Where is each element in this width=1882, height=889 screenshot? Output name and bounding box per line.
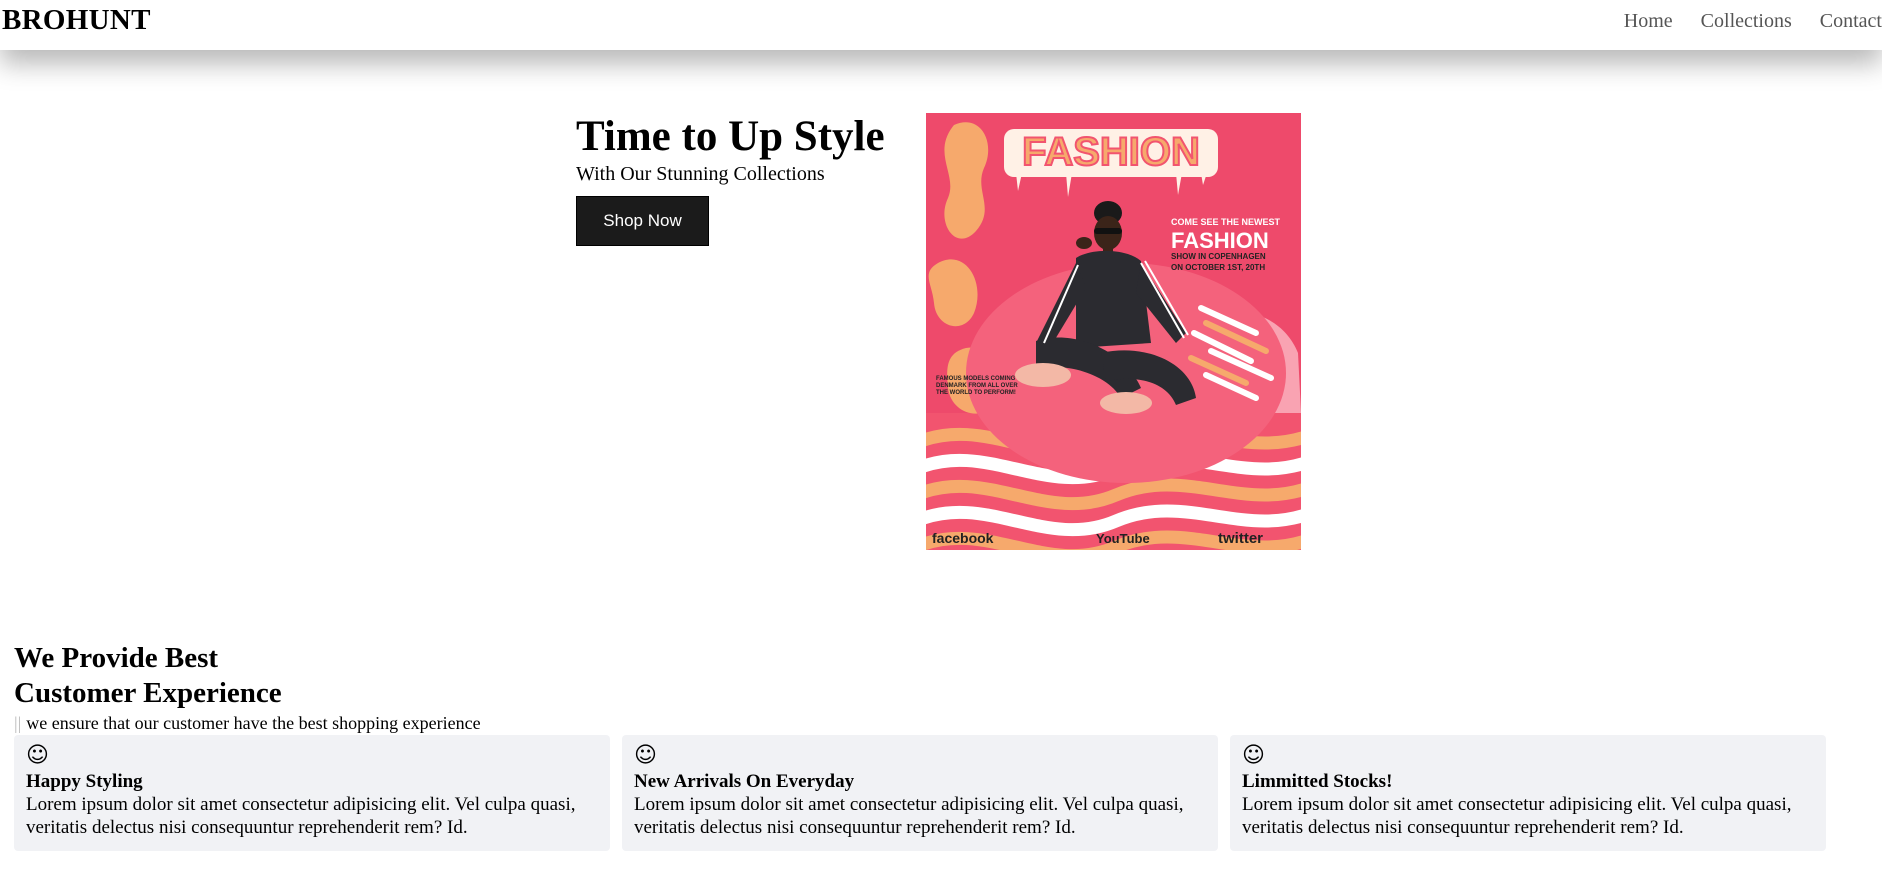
nav-menu: Home Collections Contact bbox=[1596, 10, 1882, 33]
features-title-line-2: Customer Experience bbox=[14, 677, 282, 709]
poster-line-3: SHOW IN COPENHAGEN bbox=[1171, 252, 1266, 261]
poster-line-1: COME SEE THE NEWEST bbox=[1171, 217, 1281, 227]
facebook-logo: facebook bbox=[932, 530, 994, 546]
feature-card-text: Lorem ipsum dolor sit amet consectetur a… bbox=[1242, 794, 1792, 838]
smiley-icon: ☺ bbox=[26, 743, 49, 768]
fashion-poster-illustration: FASHION COME SEE THE NEWEST FASHION SHOW… bbox=[926, 113, 1301, 550]
shop-now-button[interactable]: Shop Now bbox=[576, 196, 709, 246]
nav-link-collections[interactable]: Collections bbox=[1701, 10, 1792, 33]
poster-line-2: FASHION bbox=[1171, 228, 1269, 253]
brand-logo[interactable]: BROHUNT bbox=[2, 4, 151, 37]
nav-link-contact[interactable]: Contact bbox=[1820, 10, 1882, 33]
feature-card: ☺ Happy Styling Lorem ipsum dolor sit am… bbox=[14, 735, 610, 851]
smiley-icon: ☺ bbox=[634, 743, 657, 768]
feature-card-text: Lorem ipsum dolor sit amet consectetur a… bbox=[634, 794, 1184, 838]
features-subtitle: || we ensure that our customer have the b… bbox=[14, 712, 481, 734]
feature-card-title: Limmitted Stocks! bbox=[1242, 771, 1393, 792]
features-title-line-1: We Provide Best bbox=[14, 642, 219, 674]
poster-side-note-2: DENMARK FROM ALL OVER bbox=[936, 383, 1018, 389]
feature-card: ☺ Limmitted Stocks! Lorem ipsum dolor si… bbox=[1230, 735, 1826, 851]
features-title: We Provide Best Customer Experience bbox=[14, 641, 282, 711]
poster-side-note-1: FAMOUS MODELS COMING TO bbox=[936, 376, 1026, 382]
nav-link-home[interactable]: Home bbox=[1624, 10, 1673, 33]
feature-card-text: Lorem ipsum dolor sit amet consectetur a… bbox=[26, 794, 576, 838]
poster-line-4: ON OCTOBER 1ST, 20TH bbox=[1171, 263, 1265, 272]
youtube-logo: YouTube bbox=[1096, 531, 1150, 546]
feature-card-title: Happy Styling bbox=[26, 771, 143, 792]
hero-title: Time to Up Style bbox=[576, 113, 885, 160]
feature-cards: ☺ Happy Styling Lorem ipsum dolor sit am… bbox=[14, 735, 1826, 851]
hero-text: Time to Up Style With Our Stunning Colle… bbox=[576, 112, 906, 186]
navbar: BROHUNT Home Collections Contact bbox=[0, 0, 1882, 50]
hero-poster-image: FASHION COME SEE THE NEWEST FASHION SHOW… bbox=[926, 113, 1301, 550]
features-subtitle-text: we ensure that our customer have the bes… bbox=[26, 713, 481, 733]
twitter-logo: twitter bbox=[1218, 530, 1263, 547]
smiley-icon: ☺ bbox=[1242, 743, 1265, 768]
feature-card: ☺ New Arrivals On Everyday Lorem ipsum d… bbox=[622, 735, 1218, 851]
subtitle-marker: || bbox=[14, 713, 22, 733]
feature-card-title: New Arrivals On Everyday bbox=[634, 771, 855, 792]
poster-headline: FASHION bbox=[1022, 130, 1200, 174]
hero-subtitle: With Our Stunning Collections bbox=[576, 163, 825, 185]
poster-side-note-3: THE WORLD TO PERFORM! bbox=[936, 390, 1016, 396]
